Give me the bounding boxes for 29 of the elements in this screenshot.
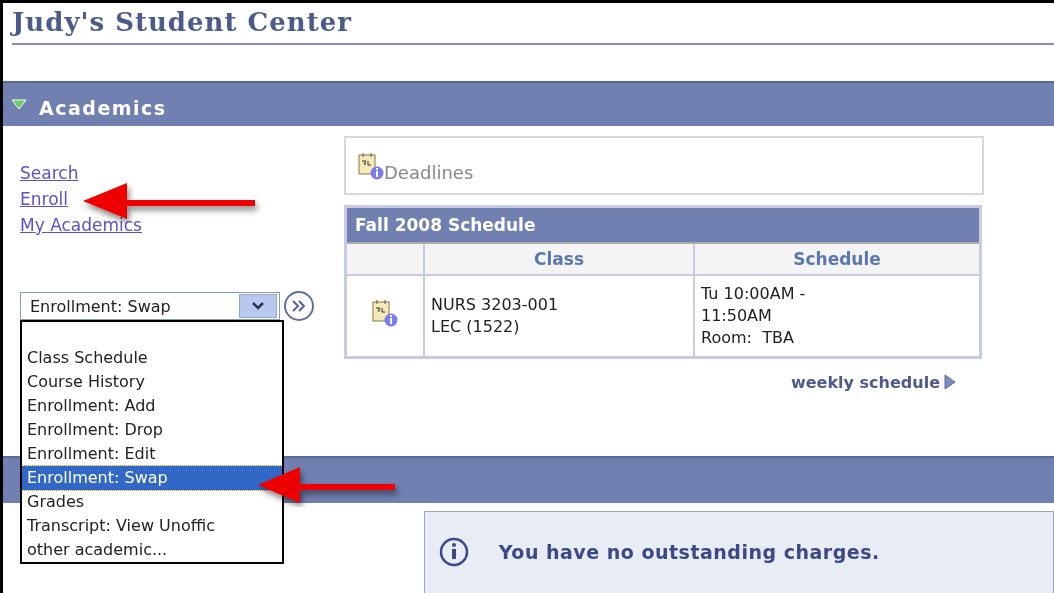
calendar-info-icon <box>358 151 384 180</box>
nav-link[interactable]: My Academics <box>20 212 142 238</box>
weekly-schedule-link[interactable]: weekly schedule <box>790 372 956 392</box>
dropdown-option[interactable]: Enrollment: Add <box>22 394 282 418</box>
message-text: You have no outstanding charges. <box>498 541 880 563</box>
go-button[interactable] <box>284 291 314 321</box>
nav-link[interactable]: Enroll <box>20 186 68 212</box>
dropdown-option[interactable]: other academic... <box>22 538 282 562</box>
chevron-down-icon <box>252 302 264 310</box>
dropdown-option[interactable]: Enrollment: Swap <box>22 466 282 490</box>
dropdown-select[interactable]: Enrollment: Swap <box>20 292 280 320</box>
column-header: Class <box>424 243 694 275</box>
table-caption: Fall 2008 Schedule <box>345 206 981 243</box>
deadlines-link[interactable]: Deadlines <box>384 162 474 183</box>
calendar-info-icon <box>372 298 398 327</box>
dropdown-option[interactable]: Enrollment: Drop <box>22 418 282 442</box>
page-title: Judy's Student Center <box>12 3 1054 45</box>
section-title: Academics <box>39 96 167 119</box>
triangle-icon[interactable] <box>11 98 27 111</box>
nav-link[interactable]: Search <box>20 160 79 186</box>
dropdown-option[interactable]: Enrollment: Edit <box>22 442 282 466</box>
play-triangle-icon <box>944 374 956 390</box>
dropdown-option[interactable]: Course History <box>22 370 282 394</box>
dropdown-option[interactable]: Transcript: View Unoffic <box>22 514 282 538</box>
column-header: Schedule <box>694 243 981 275</box>
double-chevron-icon <box>292 300 306 312</box>
info-icon <box>438 537 469 567</box>
dropdown-option[interactable]: Grades <box>22 490 282 514</box>
dropdown-option[interactable]: Class Schedule <box>22 346 282 370</box>
